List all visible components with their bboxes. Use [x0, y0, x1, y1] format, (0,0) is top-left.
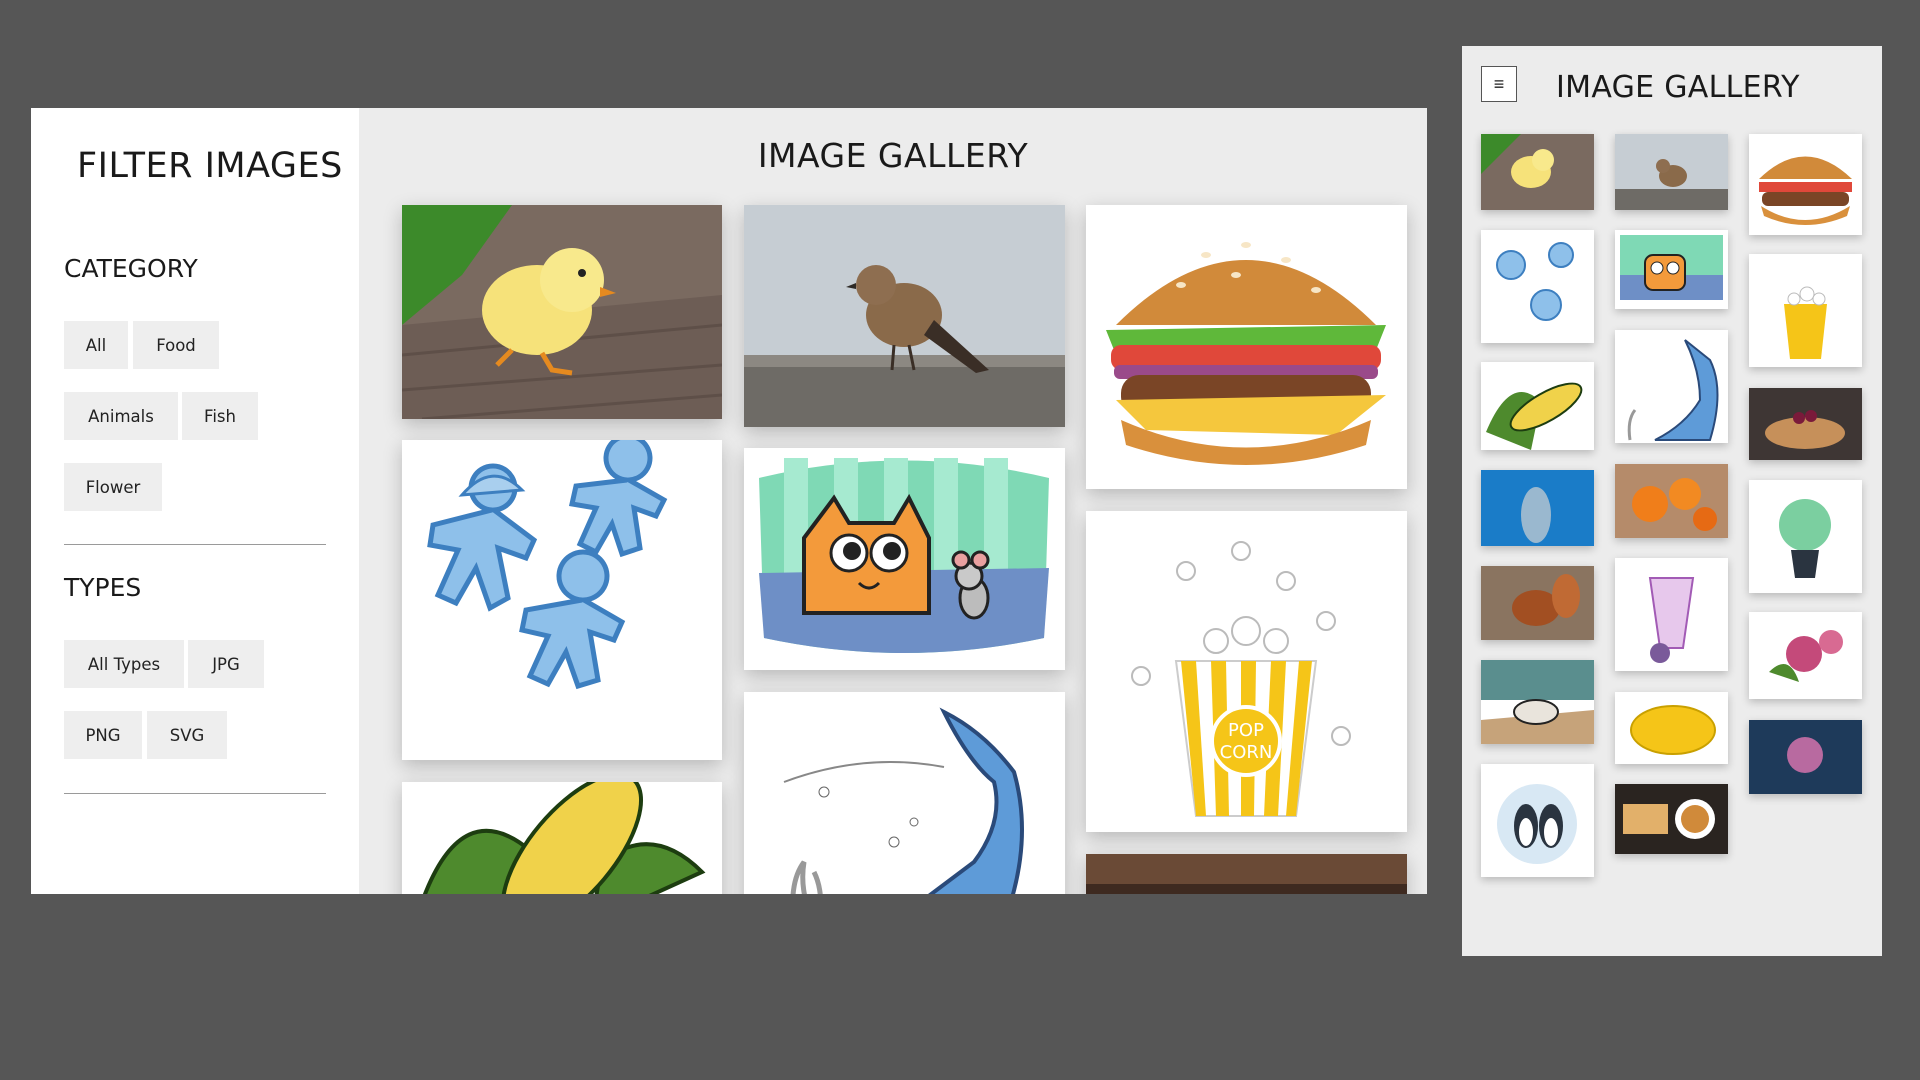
- gallery-image-hamster[interactable]: [1481, 660, 1594, 744]
- gallery-image-food-table[interactable]: [1086, 854, 1407, 894]
- filter-jpg-button[interactable]: JPG: [188, 640, 264, 688]
- gallery-image-chicken[interactable]: [1615, 692, 1728, 764]
- gallery-image-dolphin[interactable]: [1615, 330, 1728, 443]
- filter-svg-button[interactable]: SVG: [147, 711, 227, 759]
- gallery-image-sparrow[interactable]: [744, 205, 1065, 427]
- gallery-image-dolphin-photo[interactable]: [1481, 470, 1594, 546]
- gallery-image-oranges[interactable]: [1615, 464, 1728, 538]
- gallery-image-cat-and-mouse[interactable]: [744, 448, 1065, 670]
- gallery-image-burger[interactable]: [1749, 134, 1862, 235]
- filter-flower-button[interactable]: Flower: [64, 463, 162, 511]
- filter-png-button[interactable]: PNG: [64, 711, 142, 759]
- gallery-image-burger[interactable]: [1086, 205, 1407, 489]
- filter-animals-button[interactable]: Animals: [64, 392, 178, 440]
- gallery-image-tea-cake[interactable]: [1615, 784, 1728, 854]
- gallery-image-dolphin[interactable]: [744, 692, 1065, 894]
- filter-food-button[interactable]: Food: [133, 321, 219, 369]
- gallery-image-chick[interactable]: [1481, 134, 1594, 210]
- gallery-image-drink[interactable]: [1615, 558, 1728, 671]
- gallery-image-rose[interactable]: [1749, 720, 1862, 794]
- gallery-image-squirrel[interactable]: [1481, 566, 1594, 640]
- gallery-image-corn[interactable]: [402, 782, 722, 894]
- gallery-image-popcorn[interactable]: POP CORN: [1086, 511, 1407, 832]
- filter-sidebar: FILTER IMAGES CATEGORY All Food Animals …: [31, 108, 359, 894]
- svg-text:CORN: CORN: [1220, 742, 1273, 763]
- filter-all-types-button[interactable]: All Types: [64, 640, 184, 688]
- gallery-image-sparrow[interactable]: [1615, 134, 1728, 210]
- gallery-image-penguins[interactable]: [1481, 764, 1594, 877]
- gallery-title: IMAGE GALLERY: [757, 136, 1029, 175]
- mobile-gallery-title: IMAGE GALLERY: [1556, 70, 1800, 105]
- gallery-image-gingerbread-men[interactable]: [1481, 230, 1594, 343]
- desktop-gallery-window: FILTER IMAGES CATEGORY All Food Animals …: [31, 108, 1427, 894]
- gallery-image-cat-and-mouse[interactable]: [1615, 230, 1728, 309]
- gallery-image-flower-pot[interactable]: [1749, 480, 1862, 593]
- gallery-image-pancakes[interactable]: [1749, 388, 1862, 460]
- svg-text:POP: POP: [1228, 720, 1264, 741]
- gallery-image-roses[interactable]: [1749, 612, 1862, 699]
- filter-all-button[interactable]: All: [64, 321, 128, 369]
- types-heading: TYPES: [64, 573, 142, 602]
- hamburger-menu-icon[interactable]: ≡: [1481, 66, 1517, 102]
- category-heading: CATEGORY: [64, 254, 198, 283]
- sidebar-title: FILTER IMAGES: [77, 146, 343, 186]
- gallery-image-chick[interactable]: [402, 205, 722, 419]
- mobile-gallery-window: ≡ IMAGE GALLERY: [1462, 46, 1882, 956]
- divider: [64, 544, 326, 545]
- gallery-image-gingerbread-men[interactable]: [402, 440, 722, 760]
- filter-fish-button[interactable]: Fish: [182, 392, 258, 440]
- divider: [64, 793, 326, 794]
- gallery-image-corn[interactable]: [1481, 362, 1594, 450]
- gallery-image-popcorn[interactable]: [1749, 254, 1862, 367]
